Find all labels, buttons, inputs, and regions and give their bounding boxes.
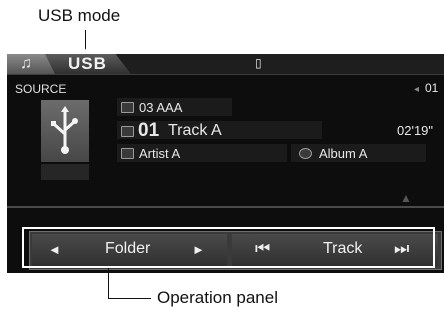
operation-panel: ◄ Folder ► ⏮ Track ⏭: [29, 231, 442, 270]
track-name: Track A: [168, 122, 222, 139]
track-number: 01: [138, 120, 160, 141]
usb-source-tile[interactable]: [41, 100, 89, 162]
top-bar: ♫ USB ▯: [7, 54, 444, 75]
track-time: 02'19": [397, 123, 434, 138]
usb-device-icon: ▯: [255, 56, 262, 70]
folder-label: Folder: [105, 240, 151, 257]
album-text: Album A: [319, 146, 368, 161]
folder-prev-button[interactable]: ◄: [48, 242, 61, 257]
operation-panel-callout-vertical: [108, 268, 109, 299]
operation-panel-callout-horizontal: [108, 298, 151, 299]
usb-mode-callout-label: USB mode: [38, 6, 121, 25]
music-note-icon: ♫: [20, 55, 32, 72]
track-prev-button[interactable]: ⏮: [255, 239, 270, 259]
usb-icon: [51, 106, 78, 154]
track-next-button[interactable]: ⏭: [394, 239, 409, 259]
artist-icon: [121, 148, 134, 159]
triangle-marker-icon: ▲: [400, 191, 412, 205]
audio-screen: ♫ USB ▯ SOURCE 03 AAA 01 Track A 02'19" …: [7, 54, 444, 273]
usb-source-lower-tile: [41, 164, 89, 180]
folder-next-button[interactable]: ►: [192, 242, 205, 257]
track-label: Track: [323, 240, 363, 257]
volume-icon: ◂: [414, 84, 420, 95]
operation-panel-callout-label: Operation panel: [157, 288, 278, 307]
divider: [7, 206, 444, 208]
artist-text: Artist A: [139, 146, 181, 161]
source-label: SOURCE: [15, 82, 67, 96]
folder-icon: [121, 102, 134, 113]
music-file-icon: [121, 126, 134, 137]
usb-tab-label: USB: [68, 54, 107, 73]
album-icon: [299, 148, 312, 159]
volume-value: 01: [425, 81, 439, 95]
folder-text: 03 AAA: [139, 100, 183, 115]
